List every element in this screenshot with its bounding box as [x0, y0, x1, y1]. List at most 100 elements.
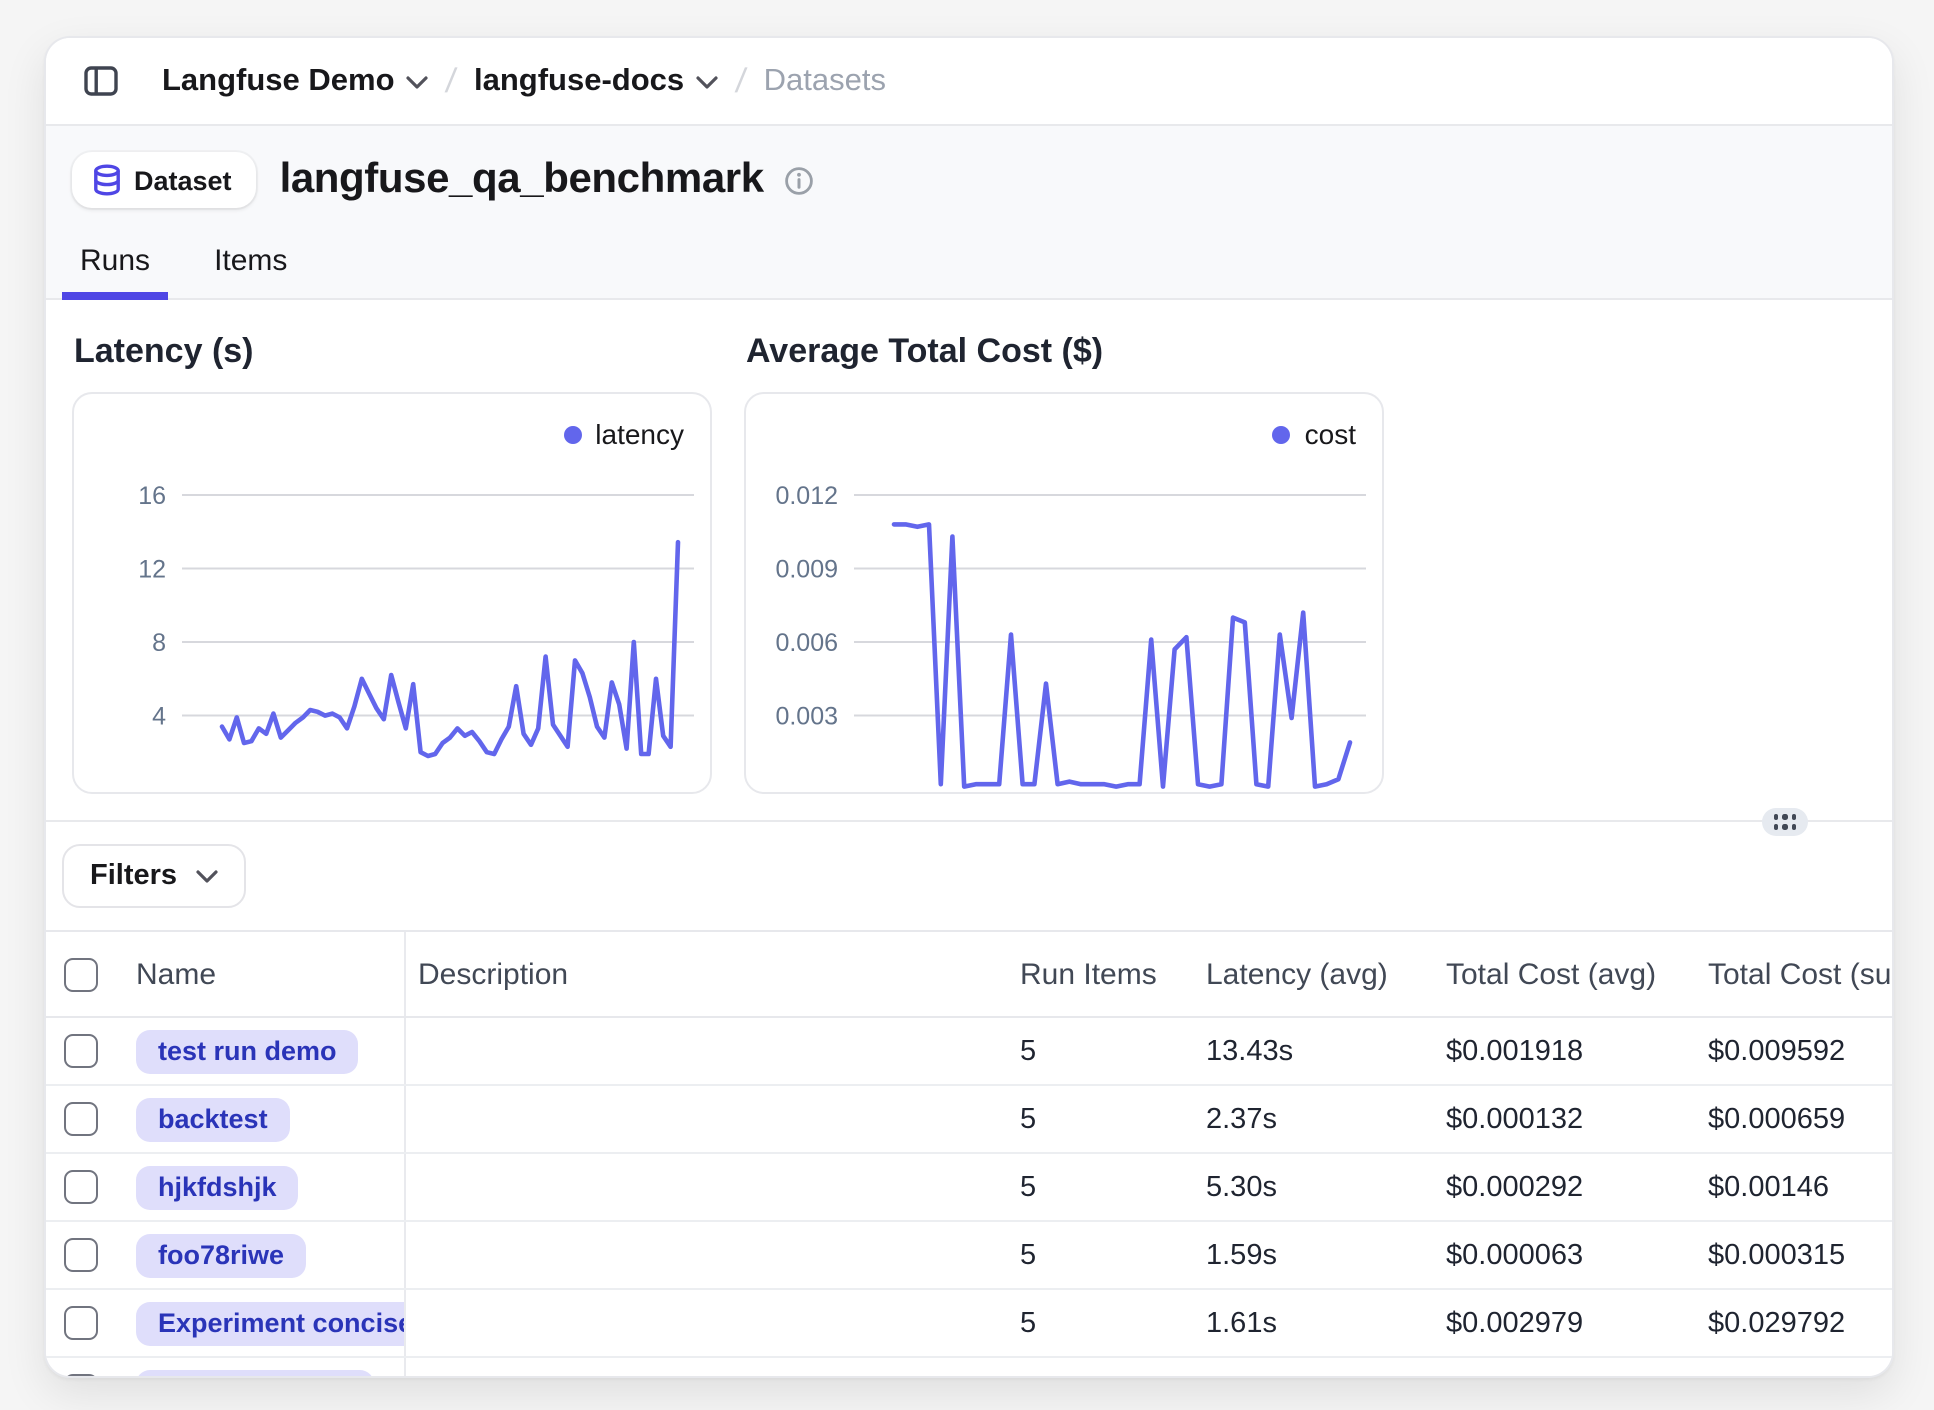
row-checkbox[interactable] — [64, 1306, 98, 1340]
run-items-count: 5 — [1008, 1375, 1194, 1378]
table-row[interactable]: hjkfdshjk 55.30s$0.000292$0.00146 — [46, 1154, 1892, 1222]
run-items-count: 5 — [1008, 1171, 1194, 1203]
filters-row: Filters — [46, 822, 1892, 930]
panel-left-icon — [81, 62, 119, 100]
run-name-badge[interactable]: foo78riwe — [136, 1233, 306, 1277]
tab-items-label: Items — [214, 244, 287, 278]
legend-label: latency — [595, 418, 684, 450]
app-card: Langfuse Demo / langfuse-docs / Datasets — [44, 36, 1894, 1378]
total-cost-avg-value: $0.002979 — [1434, 1307, 1696, 1339]
run-items-count: 5 — [1008, 1239, 1194, 1271]
dataset-section: Dataset langfuse_qa_benchmark Runs Items — [46, 126, 1892, 300]
run-items-count: 5 — [1008, 1307, 1194, 1339]
latency-avg-value: 1.61s — [1194, 1307, 1434, 1339]
chevron-down-icon — [195, 869, 217, 883]
latency-line-chart-svg: 481216 — [74, 394, 710, 792]
svg-text:0.012: 0.012 — [775, 482, 838, 510]
total-cost-avg-value: $0.000063 — [1434, 1239, 1696, 1271]
table-row[interactable]: test run demo513.43s$0.001918$0.009592 — [46, 1018, 1892, 1086]
filters-button-label: Filters — [90, 860, 177, 892]
run-name-badge[interactable]: Experiment concise... — [136, 1301, 406, 1345]
run-name-badge[interactable]: hjkfdshjk — [136, 1165, 299, 1209]
column-header-total-cost-avg: Total Cost (avg) — [1434, 957, 1696, 991]
column-header-latency-avg: Latency (avg) — [1194, 957, 1434, 991]
latency-chart: 481216 latency — [72, 392, 712, 794]
cost-line-chart-svg: 0.003 0.006 0.009 0.012 — [746, 394, 1382, 792]
run-name-badge[interactable]: Prompt 81 Test — [136, 1369, 373, 1378]
column-header-name: Name — [114, 932, 406, 1016]
latency-chart-block: Latency (s) 481216 latency — [72, 332, 708, 794]
latency-avg-value: 7.68s — [1194, 1375, 1434, 1378]
row-checkbox[interactable] — [64, 1102, 98, 1136]
database-icon — [92, 164, 122, 196]
total-cost-avg-value: $0.001918 — [1434, 1035, 1696, 1067]
chart-title: Average Total Cost ($) — [746, 332, 1378, 372]
total-cost-avg-value: $0.000292 — [1434, 1171, 1696, 1203]
table-row[interactable]: Experiment concise... 51.61s$0.002979$0.0… — [46, 1290, 1892, 1358]
cost-chart: 0.003 0.006 0.009 0.012 cost — [744, 392, 1384, 794]
panel-divider — [46, 820, 1892, 822]
latency-avg-value: 1.59s — [1194, 1239, 1434, 1271]
breadcrumb-org[interactable]: Langfuse Demo — [162, 63, 429, 99]
charts-row: Latency (s) 481216 latency Average Total… — [46, 300, 1892, 794]
column-header-run-items: Run Items — [1008, 957, 1194, 991]
breadcrumb-project-label: langfuse-docs — [474, 63, 684, 99]
legend-dot-icon — [1273, 425, 1291, 443]
svg-text:4: 4 — [152, 703, 166, 731]
tab-runs[interactable]: Runs — [62, 236, 168, 298]
latency-avg-value: 2.37s — [1194, 1103, 1434, 1135]
chevron-down-icon — [696, 76, 718, 90]
total-cost-sum-value: $0.009592 — [1696, 1035, 1892, 1067]
breadcrumb-current-label: Datasets — [764, 63, 886, 99]
svg-text:8: 8 — [152, 629, 166, 657]
svg-text:0.009: 0.009 — [775, 556, 838, 584]
resize-grip-handle[interactable] — [1762, 808, 1808, 836]
total-cost-sum-value: $0.00146 — [1696, 1171, 1892, 1203]
tab-bar: Runs Items — [46, 224, 1892, 300]
total-cost-sum-value: $0.000315 — [1696, 1239, 1892, 1271]
total-cost-avg-value: $0.007154 — [1434, 1375, 1696, 1378]
run-name-badge[interactable]: backtest — [136, 1097, 290, 1141]
column-header-total-cost-sum: Total Cost (sum) — [1696, 957, 1892, 991]
runs-table: Name Description Run Items Latency (avg)… — [46, 930, 1892, 1378]
breadcrumb-current[interactable]: Datasets — [764, 63, 886, 99]
column-header-description: Description — [406, 957, 1008, 991]
legend-label: cost — [1305, 418, 1356, 450]
chevron-down-icon — [407, 76, 429, 90]
row-checkbox[interactable] — [64, 1374, 98, 1378]
svg-text:12: 12 — [138, 556, 166, 584]
breadcrumb-project[interactable]: langfuse-docs — [474, 63, 718, 99]
table-row[interactable]: foo78riwe 51.59s$0.000063$0.000315 — [46, 1222, 1892, 1290]
sidebar-toggle-button[interactable] — [74, 55, 126, 107]
total-cost-sum-value: $0.029792 — [1696, 1307, 1892, 1339]
latency-avg-value: 5.30s — [1194, 1171, 1434, 1203]
row-checkbox[interactable] — [64, 1238, 98, 1272]
svg-text:0.003: 0.003 — [775, 703, 838, 731]
run-items-count: 5 — [1008, 1035, 1194, 1067]
row-checkbox[interactable] — [64, 1170, 98, 1204]
tab-items[interactable]: Items — [196, 236, 305, 298]
row-checkbox[interactable] — [64, 1034, 98, 1068]
table-row[interactable]: backtest 52.37s$0.000132$0.000659 — [46, 1086, 1892, 1154]
chart-legend: latency — [563, 418, 684, 450]
svg-text:0.006: 0.006 — [775, 629, 838, 657]
topbar: Langfuse Demo / langfuse-docs / Datasets — [46, 38, 1892, 126]
total-cost-sum-value: $0.071536 — [1696, 1375, 1892, 1378]
breadcrumb-separator: / — [444, 61, 459, 101]
filters-button[interactable]: Filters — [62, 844, 245, 908]
table-header-row: Name Description Run Items Latency (avg)… — [46, 930, 1892, 1018]
dataset-type-label: Dataset — [134, 165, 232, 195]
viewport: Langfuse Demo / langfuse-docs / Datasets — [0, 0, 1934, 1410]
breadcrumb-org-label: Langfuse Demo — [162, 63, 395, 99]
page-title: langfuse_qa_benchmark — [280, 156, 764, 204]
total-cost-sum-value: $0.000659 — [1696, 1103, 1892, 1135]
total-cost-avg-value: $0.000132 — [1434, 1103, 1696, 1135]
select-all-checkbox[interactable] — [64, 957, 98, 991]
dataset-type-pill: Dataset — [72, 152, 256, 208]
cost-chart-block: Average Total Cost ($) 0.0030.0060.0090.… — [744, 332, 1380, 794]
run-items-count: 5 — [1008, 1103, 1194, 1135]
info-icon[interactable] — [784, 165, 814, 195]
chart-legend: cost — [1273, 418, 1356, 450]
run-name-badge[interactable]: test run demo — [136, 1029, 359, 1073]
table-row[interactable]: Prompt 81 Test 57.68s$0.007154$0.071536 — [46, 1358, 1892, 1378]
